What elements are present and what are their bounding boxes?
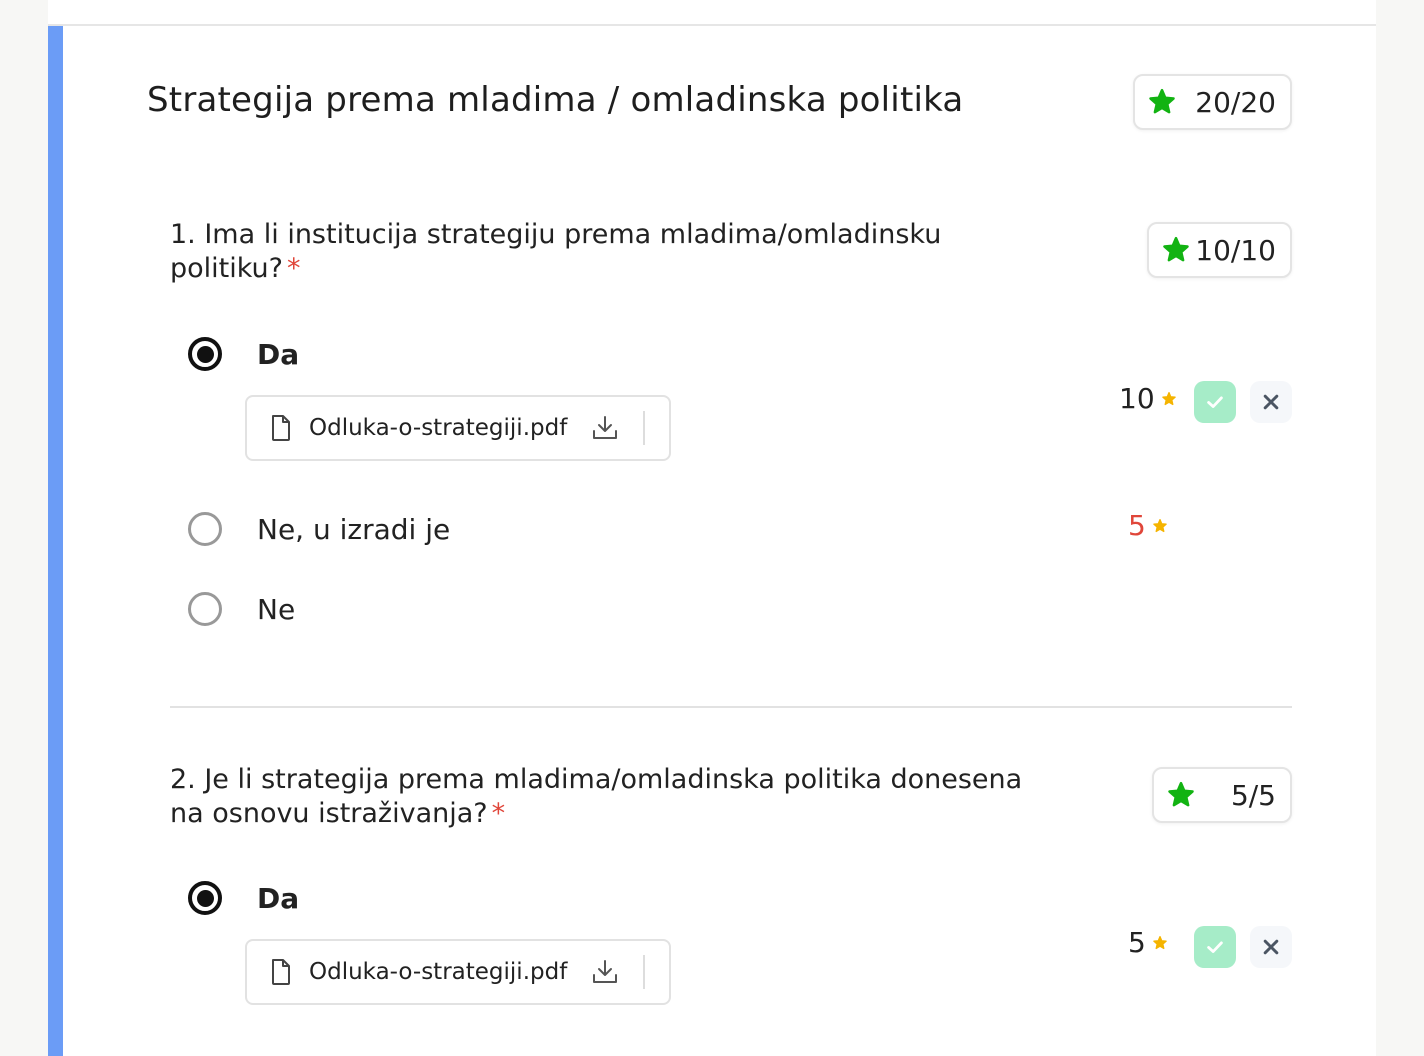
file-icon (272, 959, 290, 985)
option-label: Ne, u izradi je (257, 512, 451, 546)
star-icon (1161, 391, 1176, 405)
check-icon (1207, 396, 1223, 408)
accept-button[interactable] (1194, 381, 1236, 423)
option-label: Ne (257, 592, 296, 626)
question-divider (170, 706, 1292, 708)
previous-section-card (48, 0, 1376, 26)
required-marker: * (491, 798, 506, 829)
star-icon (1153, 518, 1167, 532)
star-icon (1168, 781, 1194, 807)
attachment-chip[interactable]: Odluka-o-strategiji.pdf (245, 395, 671, 461)
radio-button[interactable] (188, 512, 222, 546)
reject-button[interactable] (1250, 381, 1292, 423)
question-1-option-da[interactable]: Da (188, 332, 299, 376)
accept-button[interactable] (1194, 926, 1236, 968)
option-label: Da (257, 881, 300, 915)
question-2-score: 5/5 (1230, 778, 1276, 812)
reject-button[interactable] (1250, 926, 1292, 968)
question-2-option-da[interactable]: Da (188, 876, 299, 920)
download-icon[interactable] (591, 414, 619, 442)
download-icon[interactable] (591, 958, 619, 986)
chip-divider (643, 411, 646, 445)
star-icon (1149, 88, 1175, 114)
check-icon (1207, 941, 1223, 953)
section-accent-bar (48, 26, 63, 1056)
attachment-chip[interactable]: Odluka-o-strategiji.pdf (245, 939, 671, 1005)
attachment-file-name: Odluka-o-strategiji.pdf (309, 415, 568, 441)
question-1-text: 1. Ima li institucija strategiju prema m… (170, 219, 942, 284)
star-icon (1163, 236, 1189, 262)
required-marker: * (287, 253, 301, 284)
attachment-file-name: Odluka-o-strategiji.pdf (309, 959, 568, 985)
question-1-score-badge: 10/10 (1147, 222, 1292, 278)
question-2-text: 2. Je li strategija prema mladima/omladi… (170, 764, 1023, 829)
question-1-score: 10/10 (1195, 233, 1276, 267)
section-score: 20/20 (1195, 85, 1276, 119)
option-points: 5 (1128, 926, 1168, 959)
radio-button[interactable] (188, 592, 222, 626)
chip-divider (643, 955, 646, 989)
question-2-score-badge: 5/5 (1152, 767, 1292, 823)
section-title: Strategija prema mladima / omladinska po… (147, 80, 964, 120)
close-icon (1263, 939, 1279, 955)
section-score-badge: 20/20 (1133, 74, 1292, 130)
option-points: 5 (1128, 509, 1168, 542)
option-label: Da (257, 337, 300, 371)
question-1-option-ne[interactable]: Ne (188, 587, 295, 631)
question-1-option-ne-u-izradi[interactable]: Ne, u izradi je (188, 507, 450, 551)
section-card: Strategija prema mladima / omladinska po… (48, 26, 1376, 1056)
radio-button-selected[interactable] (188, 337, 222, 371)
star-icon (1153, 935, 1167, 949)
option-points: 10 (1119, 382, 1177, 415)
file-icon (272, 415, 290, 441)
radio-button-selected[interactable] (188, 881, 222, 915)
close-icon (1263, 394, 1279, 410)
